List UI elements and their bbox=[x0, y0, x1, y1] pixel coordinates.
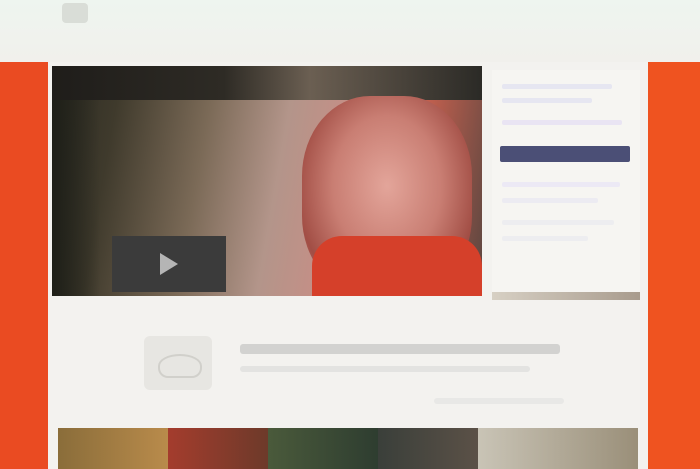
site-logo-icon[interactable] bbox=[62, 3, 88, 23]
sidebar-text-line bbox=[502, 98, 592, 103]
article-thumbnail-icon[interactable] bbox=[144, 336, 212, 390]
sidebar-text-line bbox=[502, 236, 588, 241]
sidebar-text-line bbox=[502, 198, 598, 203]
article-meta bbox=[434, 398, 564, 404]
article-subtitle bbox=[240, 366, 530, 372]
article-title[interactable] bbox=[240, 344, 560, 354]
sidebar-text-line bbox=[502, 182, 620, 187]
screen bbox=[0, 0, 700, 469]
thumbnail-item[interactable] bbox=[268, 428, 378, 469]
left-background-panel bbox=[0, 62, 48, 469]
sidebar-footer bbox=[492, 292, 640, 300]
hero-top-strip bbox=[52, 66, 482, 100]
sidebar-cta-button[interactable] bbox=[500, 146, 630, 162]
play-button[interactable] bbox=[112, 236, 226, 292]
main-content bbox=[48, 62, 648, 469]
thumbnail-item[interactable] bbox=[168, 428, 268, 469]
hero-shadow bbox=[52, 100, 100, 296]
thumbnail-strip bbox=[58, 428, 638, 469]
sidebar-text-line bbox=[502, 120, 622, 125]
hero-video[interactable] bbox=[52, 66, 482, 296]
sidebar-text-line bbox=[502, 220, 614, 225]
right-background-panel bbox=[648, 62, 700, 469]
thumbnail-item[interactable] bbox=[58, 428, 168, 469]
thumbnail-item[interactable] bbox=[478, 428, 638, 469]
hero-jersey-image bbox=[312, 236, 482, 296]
article-teaser[interactable] bbox=[112, 322, 612, 412]
thumbnail-item[interactable] bbox=[378, 428, 478, 469]
top-bar bbox=[0, 0, 700, 62]
sidebar-text-line bbox=[502, 84, 612, 89]
play-icon bbox=[160, 253, 178, 275]
sidebar-advert[interactable] bbox=[492, 70, 640, 300]
